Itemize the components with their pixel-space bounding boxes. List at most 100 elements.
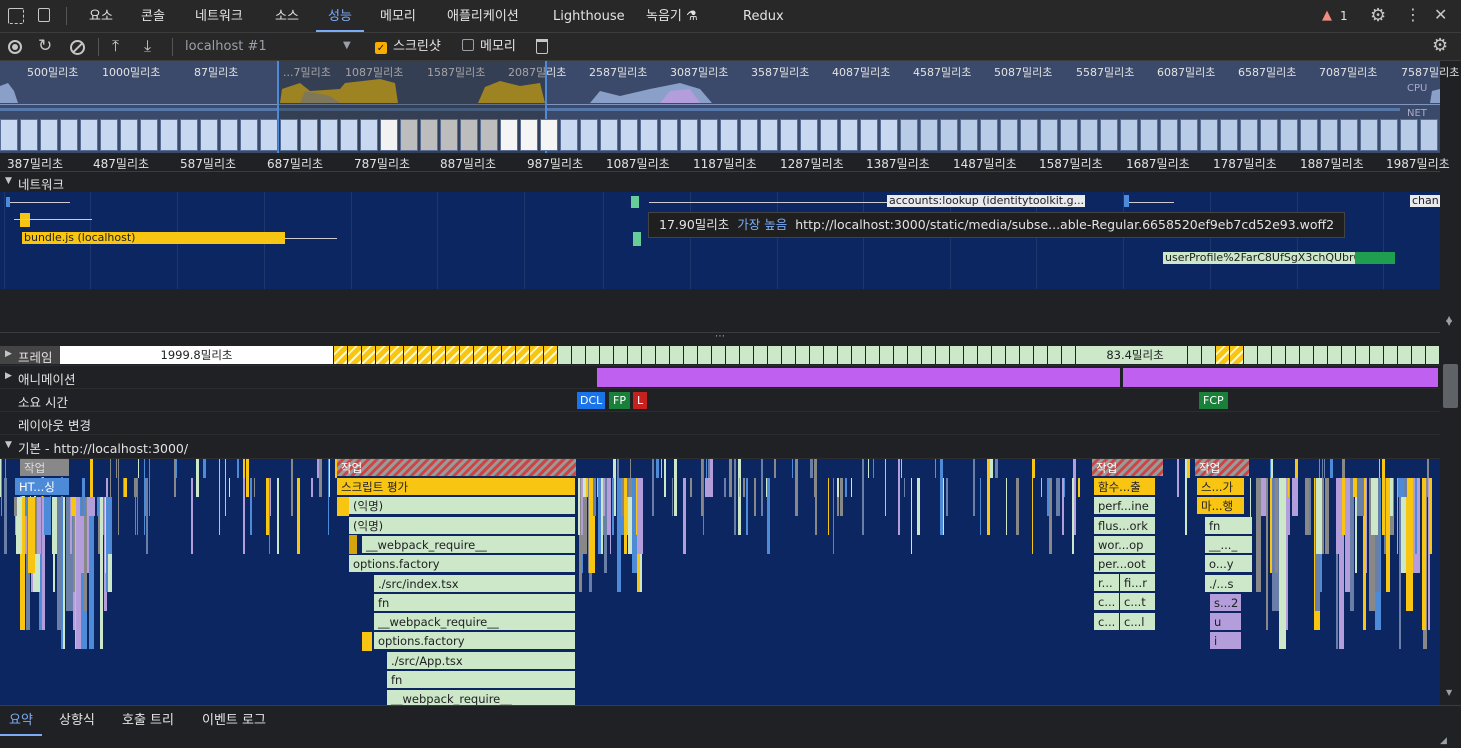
frame-selected[interactable]: 83.4밀리초 (1085, 346, 1185, 364)
activity-slice[interactable] (792, 459, 793, 478)
frame[interactable] (740, 346, 753, 364)
vertical-scrollbar[interactable]: ▲ ▼ ▼ (1440, 172, 1461, 705)
activity-slice[interactable] (761, 459, 763, 516)
activity-slice[interactable] (81, 497, 83, 516)
activity-slice[interactable] (319, 459, 322, 497)
activity-slice[interactable] (873, 459, 874, 478)
frame[interactable] (698, 346, 711, 364)
activity-slice[interactable] (44, 497, 51, 535)
accounts-lookup-request[interactable]: accounts:lookup (identitytoolkit.g... (887, 195, 1085, 207)
activity-slice[interactable] (898, 459, 900, 535)
activity-slice[interactable] (690, 478, 692, 497)
screenshot-thumbnail[interactable] (560, 119, 578, 151)
screenshot-thumbnail[interactable] (1040, 119, 1058, 151)
screenshot-filmstrip[interactable] (0, 119, 1440, 151)
network-track[interactable]: bundle.js (localhost) accounts:lookup (i… (0, 192, 1440, 289)
activity-slice[interactable] (734, 459, 736, 535)
frame[interactable] (474, 346, 487, 364)
frame[interactable] (1202, 346, 1215, 364)
activity-slice[interactable] (1350, 478, 1354, 611)
activity-slice[interactable] (176, 459, 177, 478)
download-icon[interactable]: ⤓ (144, 36, 151, 56)
frame[interactable] (1356, 346, 1369, 364)
activity-slice[interactable] (229, 478, 230, 497)
screenshot-thumbnail[interactable] (1060, 119, 1078, 151)
activity-slice[interactable] (1325, 478, 1329, 554)
frame[interactable] (964, 346, 977, 364)
activity-slice[interactable] (191, 478, 193, 554)
screenshot-thumbnail[interactable] (300, 119, 318, 151)
animation-track[interactable]: ▶ 애니메이션 (0, 366, 1440, 389)
network-track-header[interactable]: ▼ 네트워크 (0, 172, 1440, 192)
call-frame-0[interactable]: 스크립트 평가 (337, 478, 576, 496)
screenshot-thumbnail[interactable] (1300, 119, 1318, 151)
frame[interactable] (936, 346, 949, 364)
screenshot-thumbnail[interactable] (840, 119, 858, 151)
activity-slice[interactable] (0, 459, 1, 497)
call-frame-7[interactable]: __webpack_require__ (374, 613, 576, 632)
activity-slice[interactable] (578, 478, 580, 535)
frame[interactable] (530, 346, 543, 364)
tab-memory[interactable]: 메모리 (380, 0, 416, 32)
expand-arrow-icon[interactable]: ▼ (5, 440, 12, 450)
scroll-down-icon[interactable]: ▼ (1446, 688, 1452, 697)
activity-slice[interactable] (767, 478, 770, 554)
screenshot-thumbnail[interactable] (320, 119, 338, 151)
activity-slice[interactable] (917, 478, 920, 535)
activity-slice[interactable] (674, 459, 677, 516)
tab-application[interactable]: 애플리케이션 (447, 0, 519, 32)
net-scroll-down-icon[interactable]: ▼ (1446, 318, 1452, 327)
frame[interactable] (544, 346, 557, 364)
activity-slice[interactable] (1404, 478, 1407, 497)
device-toolbar-icon[interactable] (38, 8, 50, 22)
frame[interactable] (768, 346, 781, 364)
activity-slice[interactable] (656, 459, 659, 478)
tab-recorder[interactable]: 녹음기 ⚗ (646, 0, 698, 32)
call-frame-3[interactable]: wor...op (1094, 535, 1156, 554)
screenshot-thumbnail[interactable] (600, 119, 618, 151)
frame[interactable] (838, 346, 851, 364)
call-frame-3[interactable]: __webpack_require__ (362, 535, 576, 554)
activity-slice[interactable] (724, 478, 726, 497)
screenshot-thumbnail[interactable] (1080, 119, 1098, 151)
screenshot-thumbnail[interactable] (1420, 119, 1438, 151)
activity-slice[interactable] (1006, 478, 1007, 535)
frame[interactable] (978, 346, 991, 364)
screenshot-thumbnail[interactable] (800, 119, 818, 151)
activity-slice[interactable] (828, 478, 829, 535)
activity-slice[interactable] (269, 478, 270, 554)
activity-slice[interactable] (1422, 478, 1426, 630)
frame[interactable] (432, 346, 445, 364)
call-frame-0[interactable]: 스...가 (1197, 478, 1245, 496)
frame[interactable] (1412, 346, 1425, 364)
tab-lighthouse[interactable]: Lighthouse (553, 0, 625, 32)
call-frame-2[interactable]: (익명) (349, 516, 576, 535)
frame[interactable] (1034, 346, 1047, 364)
screenshot-thumbnail[interactable] (1220, 119, 1238, 151)
activity-slice[interactable] (739, 478, 740, 497)
long-task-bar[interactable]: 작업 (1092, 459, 1164, 477)
activity-slice[interactable] (297, 478, 300, 554)
frame[interactable] (908, 346, 921, 364)
activity-slice[interactable] (14, 497, 17, 516)
frame[interactable] (754, 346, 767, 364)
frame[interactable] (684, 346, 697, 364)
activity-slice[interactable] (144, 459, 145, 535)
activity-slice[interactable] (1266, 478, 1268, 630)
issues-count[interactable]: 1 (1340, 9, 1348, 23)
activity-slice[interactable] (774, 459, 776, 478)
call-frame-0[interactable]: 함수...출 (1094, 478, 1156, 496)
network-request[interactable] (633, 232, 641, 246)
expand-arrow-icon[interactable]: ▶ (5, 349, 12, 359)
activity-slice[interactable] (225, 459, 226, 516)
screenshot-thumbnail[interactable] (140, 119, 158, 151)
screenshot-thumbnail[interactable] (1020, 119, 1038, 151)
frame[interactable] (558, 346, 571, 364)
call-frame-4[interactable]: options.factory (349, 555, 576, 574)
frame[interactable] (1258, 346, 1271, 364)
tab-network[interactable]: 네트워크 (195, 0, 243, 32)
activity-slice[interactable] (729, 459, 732, 497)
activity-slice[interactable] (840, 478, 843, 516)
tab-bottom-up[interactable]: 상향식 (59, 706, 95, 736)
activity-slice[interactable] (329, 459, 330, 497)
